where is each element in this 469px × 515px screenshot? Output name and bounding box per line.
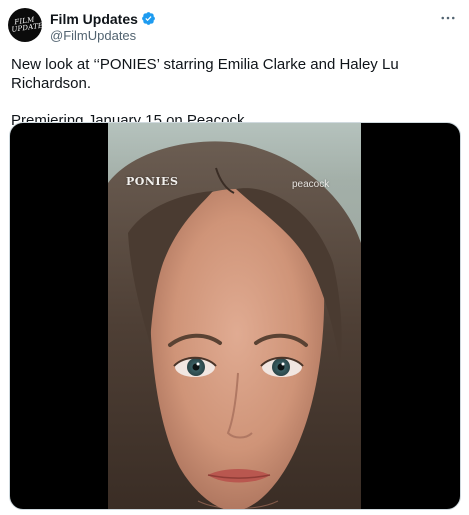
- author-avatar[interactable]: FILM UPDATES: [8, 8, 49, 42]
- author-name-row: Film Updates: [50, 10, 156, 27]
- peacock-watermark: peacock: [292, 179, 330, 190]
- tweet-text-line: New look at ‘‘PONIES’ starring Emilia Cl…: [11, 56, 399, 92]
- tweet-text: New look at ‘‘PONIES’ starring Emilia Cl…: [11, 55, 461, 130]
- author-header: Film Updates @FilmUpdates: [50, 10, 156, 43]
- more-options-button[interactable]: [437, 7, 459, 29]
- verified-badge-icon: [141, 11, 156, 26]
- tweet-card[interactable]: FILM UPDATES Film Updates @FilmUpdates N…: [0, 0, 469, 515]
- avatar-logo: FILM UPDATES: [10, 15, 49, 34]
- video-frame: PONIES peacock: [108, 123, 361, 509]
- author-handle[interactable]: @FilmUpdates: [50, 28, 156, 43]
- author-display-name[interactable]: Film Updates: [50, 11, 138, 27]
- ponies-watermark: PONIES: [126, 175, 179, 188]
- video-media[interactable]: PONIES peacock: [9, 122, 461, 510]
- ellipsis-icon: [441, 16, 455, 20]
